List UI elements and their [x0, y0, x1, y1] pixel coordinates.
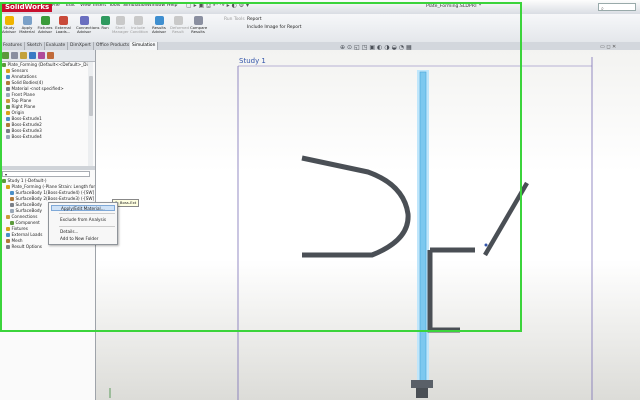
- punch-stem: [416, 388, 428, 398]
- punch-base: [411, 380, 433, 388]
- selection-frame-highlight: [0, 2, 522, 332]
